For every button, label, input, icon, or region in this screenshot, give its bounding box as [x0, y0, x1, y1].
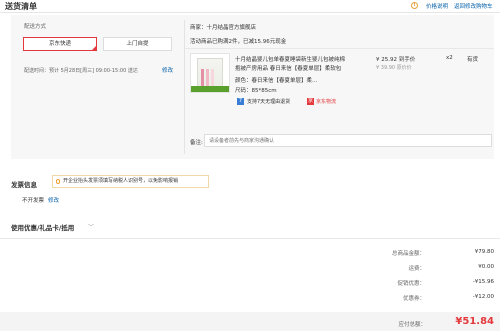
- edit-invoice-link[interactable]: 修改: [48, 196, 59, 204]
- logistics-badge: 京东物流: [316, 99, 337, 105]
- stock-status: 有货: [467, 57, 479, 63]
- invoice-value: 不开发票: [22, 198, 45, 204]
- remark-label: 备注:: [190, 140, 203, 146]
- summary-shipping-value: ¥0.00: [478, 264, 494, 270]
- delivery-time: 配送时间：预计 5月28日[周三] 09:00-15:00 送达: [24, 68, 138, 74]
- payable-label: 应付总额：: [398, 322, 426, 328]
- back-to-cart-link[interactable]: 返回修改购物车: [454, 2, 493, 10]
- jd-logistics-icon: 京: [307, 98, 314, 105]
- summary-promo-value: -¥15.96: [472, 279, 494, 285]
- selected-check-icon: [91, 45, 97, 51]
- product-original-price: ¥ 39.90 原价价: [376, 65, 412, 71]
- invoice-tip: 开企业抬头发票须填写纳税人识别号，以免影响报销: [52, 175, 209, 188]
- delivery-method-label: 配送方式: [24, 24, 47, 30]
- invoice-title: 发票信息: [11, 181, 37, 189]
- product-name-line2[interactable]: 抱被产房用品 春日来信【春夏单层】柔软包: [235, 64, 341, 72]
- summary-total-label: 总商品金额：: [391, 251, 425, 257]
- jd-express-option[interactable]: 京东快递: [23, 37, 97, 51]
- edit-delivery-time-link[interactable]: 修改: [162, 66, 173, 74]
- product-tag: [191, 86, 229, 92]
- product-price: ¥ 25.92 到手价: [376, 57, 416, 63]
- self-pickup-option[interactable]: 上门自提: [103, 37, 172, 51]
- product-image[interactable]: [190, 53, 230, 93]
- store-name: 商家：十月结晶官方旗舰店: [190, 25, 257, 31]
- remark-input[interactable]: [204, 134, 492, 147]
- summary-coupon-label: 优惠券：: [402, 296, 425, 302]
- invoice-tip-text: 开企业抬头发票须填写纳税人识别号，以免影响报销: [63, 178, 179, 184]
- return-icon: 7: [237, 98, 244, 105]
- summary-coupon-value: -¥12.00: [472, 294, 494, 300]
- divider: [0, 238, 500, 239]
- lightbulb-icon: [56, 179, 60, 184]
- return-policy: 支持7天无理由退货: [247, 99, 291, 105]
- info-icon[interactable]: i: [411, 2, 418, 9]
- promo-text: 活动商品已购满2件，已减15.96元现金: [190, 39, 287, 45]
- package-stripe: [206, 69, 209, 87]
- divider: [185, 48, 494, 49]
- product-size: 尺码：85*85cm: [235, 88, 277, 94]
- page-title: 送货清单: [5, 2, 37, 11]
- summary-shipping-label: 运费：: [408, 266, 425, 272]
- summary-promo-label: 促销优惠：: [397, 281, 425, 287]
- summary-total-value: ¥79.80: [474, 249, 494, 255]
- coupon-toggle[interactable]: 使用优惠/礼品卡/抵用: [11, 222, 74, 232]
- chevron-down-icon[interactable]: ﹀: [88, 222, 94, 231]
- payable-amount: ¥51.84: [455, 316, 494, 327]
- product-name-line1[interactable]: 十月结晶婴儿包单春夏睡袋新生婴儿包被纯棉: [235, 55, 345, 63]
- divider: [0, 12, 500, 13]
- divider: [184, 20, 185, 154]
- price-note-link[interactable]: 价格说明: [426, 2, 448, 10]
- product-quantity: x2: [446, 55, 453, 61]
- package-stripe: [211, 69, 214, 87]
- product-color: 颜色：春日来信【春夏单层】柔...: [235, 78, 318, 84]
- jd-express-label: 京东快递: [48, 41, 71, 47]
- package-stripe: [201, 69, 204, 87]
